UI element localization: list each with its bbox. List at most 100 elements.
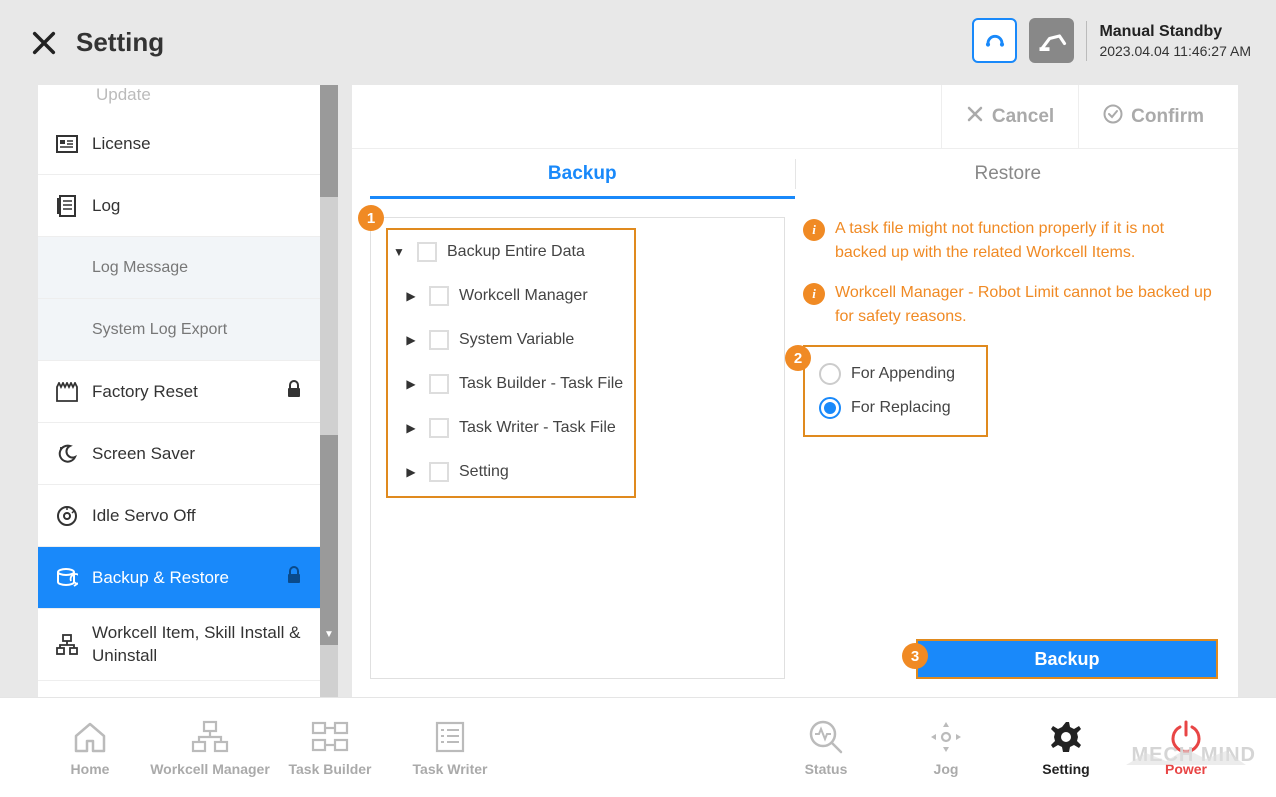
backup-tree-panel: ▼ Backup Entire Data ▶ Workcell Manager … xyxy=(370,217,785,679)
scroll-down-icon[interactable]: ▼ xyxy=(320,625,338,643)
sidebar-item-backup-restore[interactable]: Backup & Restore xyxy=(38,547,320,609)
workcell-icon xyxy=(190,719,230,755)
tree-root[interactable]: ▼ Backup Entire Data xyxy=(381,230,774,274)
bottom-nav-right: Status Jog Setting Power xyxy=(766,719,1246,777)
jog-icon xyxy=(927,719,965,755)
tree-item[interactable]: ▶ Setting xyxy=(381,450,774,494)
nav-power[interactable]: Power xyxy=(1126,719,1246,777)
tree-item[interactable]: ▶ Task Writer - Task File xyxy=(381,406,774,450)
tree-item[interactable]: ▶ Task Builder - Task File xyxy=(381,362,774,406)
scroll-thumb[interactable] xyxy=(320,85,338,197)
info-icon: i xyxy=(803,283,825,305)
nav-setting[interactable]: Setting xyxy=(1006,719,1126,777)
close-icon[interactable] xyxy=(30,29,58,57)
license-icon xyxy=(56,135,78,153)
status-time: 2023.04.04 11:46:27 AM xyxy=(1099,43,1251,59)
nav-home[interactable]: Home xyxy=(30,719,150,777)
checkbox[interactable] xyxy=(429,418,449,438)
sidebar-list: Update License Log Log Message System Lo… xyxy=(38,85,320,697)
gear-icon xyxy=(1047,719,1085,755)
sidebar-item-label: Screen Saver xyxy=(92,444,195,464)
info-icon: i xyxy=(803,219,825,241)
tree-item[interactable]: ▶ System Variable xyxy=(381,318,774,362)
sidebar-item-update[interactable]: Update xyxy=(38,85,320,113)
moon-icon xyxy=(56,443,78,465)
sidebar: Update License Log Log Message System Lo… xyxy=(38,85,338,697)
chevron-right-icon[interactable]: ▶ xyxy=(403,377,419,391)
sidebar-item-system-log-export[interactable]: System Log Export xyxy=(38,299,320,361)
sidebar-item-idle-servo[interactable]: Idle Servo Off xyxy=(38,485,320,547)
log-icon xyxy=(56,195,78,217)
annotation-badge-1: 1 xyxy=(358,205,384,231)
cancel-button[interactable]: Cancel xyxy=(941,85,1078,148)
home-icon xyxy=(72,719,108,755)
servo-icon xyxy=(56,505,78,527)
content-panel: Cancel Confirm Backup Restore 1 ▼ Backup… xyxy=(352,85,1238,697)
radio-icon[interactable] xyxy=(819,363,841,385)
sidebar-item-label: Log Message xyxy=(92,259,188,277)
chevron-right-icon[interactable]: ▶ xyxy=(403,421,419,435)
sidebar-item-log[interactable]: Log xyxy=(38,175,320,237)
lock-icon xyxy=(286,566,302,589)
sidebar-item-workcell-install[interactable]: Workcell Item, Skill Install & Uninstall xyxy=(38,609,320,681)
sidebar-item-factory-reset[interactable]: Factory Reset xyxy=(38,361,320,423)
confirm-button[interactable]: Confirm xyxy=(1078,85,1228,148)
info-message-2: i Workcell Manager - Robot Limit cannot … xyxy=(803,281,1220,329)
page-title: Setting xyxy=(76,27,164,58)
tree-item[interactable]: ▶ Workcell Manager xyxy=(381,274,774,318)
header-bar: Setting Manual Standby 2023.04.04 11:46:… xyxy=(0,0,1276,85)
factory-icon xyxy=(56,382,78,402)
tab-restore[interactable]: Restore xyxy=(796,149,1221,199)
status-icon xyxy=(807,719,845,755)
nav-jog[interactable]: Jog xyxy=(886,719,1006,777)
bottom-nav: Home Workcell Manager Task Builder Task … xyxy=(0,697,1276,797)
nav-status[interactable]: Status xyxy=(766,719,886,777)
checkbox[interactable] xyxy=(417,242,437,262)
nav-task-writer[interactable]: Task Writer xyxy=(390,719,510,777)
tab-bar: Backup Restore xyxy=(370,149,1220,199)
chevron-right-icon[interactable]: ▶ xyxy=(403,289,419,303)
sidebar-item-label: Idle Servo Off xyxy=(92,506,196,526)
info-message-1: i A task file might not function properl… xyxy=(803,217,1220,265)
task-builder-icon xyxy=(310,719,350,755)
annotation-badge-3: 3 xyxy=(902,643,928,669)
tab-backup[interactable]: Backup xyxy=(370,149,795,199)
annotation-badge-2: 2 xyxy=(785,345,811,371)
checkbox[interactable] xyxy=(429,374,449,394)
content-top-bar: Cancel Confirm xyxy=(352,85,1238,149)
scroll-thumb[interactable] xyxy=(320,435,338,645)
sidebar-item-label: License xyxy=(92,134,151,154)
checkbox[interactable] xyxy=(429,330,449,350)
checkbox[interactable] xyxy=(429,462,449,482)
radio-replacing[interactable]: For Replacing xyxy=(819,391,972,425)
chevron-right-icon[interactable]: ▶ xyxy=(403,333,419,347)
sidebar-item-label: Workcell Item, Skill Install & Uninstall xyxy=(92,622,302,666)
main-area: Update License Log Log Message System Lo… xyxy=(38,85,1238,697)
radio-icon[interactable] xyxy=(819,397,841,419)
header-status: Manual Standby 2023.04.04 11:46:27 AM xyxy=(972,18,1251,63)
nav-workcell-manager[interactable]: Workcell Manager xyxy=(150,719,270,777)
check-circle-icon xyxy=(1103,104,1123,130)
sidebar-item-screen-saver[interactable]: Screen Saver xyxy=(38,423,320,485)
sidebar-item-label: System Log Export xyxy=(92,321,227,339)
annotation-box-3: Backup xyxy=(916,639,1218,679)
sidebar-item-log-message[interactable]: Log Message xyxy=(38,237,320,299)
sidebar-item-label: Log xyxy=(92,196,120,216)
install-icon xyxy=(56,634,78,656)
sidebar-item-license[interactable]: License xyxy=(38,113,320,175)
robot-status-icon[interactable] xyxy=(972,18,1017,63)
sidebar-item-label: Backup & Restore xyxy=(92,568,229,588)
radio-appending[interactable]: For Appending xyxy=(819,357,972,391)
backup-button[interactable]: Backup xyxy=(918,641,1216,677)
robot-arm-icon[interactable] xyxy=(1029,18,1074,63)
chevron-right-icon[interactable]: ▶ xyxy=(403,465,419,479)
chevron-down-icon[interactable]: ▼ xyxy=(391,245,407,259)
nav-task-builder[interactable]: Task Builder xyxy=(270,719,390,777)
power-icon xyxy=(1168,719,1204,755)
backup-options-panel: i A task file might not function properl… xyxy=(803,217,1220,679)
scrollbar[interactable]: ▲ ▼ xyxy=(320,85,338,697)
lock-icon xyxy=(286,380,302,403)
sidebar-item-label: Factory Reset xyxy=(92,382,198,402)
task-writer-icon xyxy=(434,719,466,755)
checkbox[interactable] xyxy=(429,286,449,306)
